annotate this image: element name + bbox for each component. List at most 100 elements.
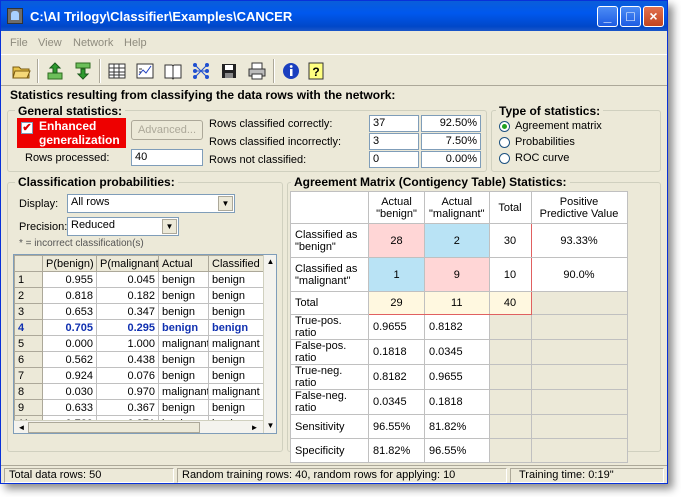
p-benign-cell: 0.562	[42, 351, 97, 368]
radio-agreement-matrix[interactable]: Agreement matrix	[499, 120, 649, 134]
export-icon[interactable]	[45, 61, 65, 81]
precision-select[interactable]: Reduced ▼	[67, 217, 179, 236]
table-row[interactable]: 8 0.030 0.970 malignant malignant	[14, 383, 265, 400]
vertical-scrollbar[interactable]: ▲ ▼	[263, 255, 276, 433]
checkbox-check-icon: ✔	[21, 122, 33, 134]
metric-label: False-pos. ratio	[290, 339, 369, 365]
metric-label: Sensitivity	[290, 414, 369, 439]
classified-cell: benign	[208, 367, 265, 384]
table-row[interactable]: 4 0.705 0.295 benign benign	[14, 319, 265, 336]
enhanced-generalization-checkbox[interactable]: ✔ Enhanced generalization	[17, 118, 126, 148]
horizontal-scrollbar[interactable]: ◄ ►	[14, 420, 263, 433]
radio-roc-curve[interactable]: ROC curve	[499, 152, 649, 166]
metric-benign: 96.55%	[368, 414, 425, 439]
table-row[interactable]: 5 0.000 1.000 malignant malignant	[14, 335, 265, 352]
header-total: Total	[488, 191, 532, 224]
metric-row: True-pos. ratio 0.9655 0.8182	[290, 314, 628, 340]
metric-benign: 0.1818	[368, 339, 425, 365]
p-malignant-cell: 0.970	[96, 383, 159, 400]
classified-cell: benign	[208, 351, 265, 368]
row-number: 5	[14, 335, 43, 352]
grid-header-row: P(benign) P(malignant Actual Classified	[14, 255, 265, 272]
metric-malignant: 0.8182	[424, 314, 490, 340]
empty-cell	[488, 339, 532, 365]
import-icon[interactable]	[73, 61, 93, 81]
advanced-button[interactable]: Advanced...	[131, 120, 203, 140]
row-number: 6	[14, 351, 43, 368]
help-icon[interactable]: ?	[306, 61, 326, 81]
enhanced-label-line1: Enhanced	[39, 119, 97, 133]
p-malignant-cell: 0.295	[96, 319, 159, 336]
menu-network[interactable]: Network	[73, 37, 113, 49]
metric-malignant: 0.9655	[424, 364, 490, 390]
radio-label: ROC curve	[515, 152, 570, 164]
close-button[interactable]: ×	[643, 6, 664, 27]
table-row[interactable]: 6 0.562 0.438 benign benign	[14, 351, 265, 368]
maximize-button[interactable]: □	[620, 6, 641, 27]
actual-cell: malignant	[158, 383, 209, 400]
chart-icon[interactable]	[135, 61, 155, 81]
metric-malignant: 0.0345	[424, 339, 490, 365]
precision-select-value: Reduced	[71, 219, 116, 231]
scroll-thumb[interactable]	[28, 422, 200, 433]
minimize-button[interactable]: _	[597, 6, 618, 27]
radio-probabilities[interactable]: Probabilities	[499, 136, 649, 150]
table-icon[interactable]	[107, 61, 127, 81]
scroll-up-icon[interactable]: ▲	[264, 255, 276, 268]
info-icon[interactable]	[281, 61, 301, 81]
open-folder-icon[interactable]	[11, 61, 31, 81]
svg-text:?: ?	[312, 65, 319, 79]
table-row[interactable]: 3 0.653 0.347 benign benign	[14, 303, 265, 320]
row-label-total: Total	[290, 291, 369, 315]
scroll-right-icon[interactable]: ►	[248, 421, 261, 433]
empty-cell	[488, 438, 532, 463]
main-window: C:\AI Trilogy\Classifier\Examples\CANCER…	[0, 0, 668, 484]
col-header[interactable]: P(benign)	[42, 255, 97, 272]
chevron-down-icon[interactable]: ▼	[162, 219, 177, 234]
title-bar[interactable]: C:\AI Trilogy\Classifier\Examples\CANCER…	[1, 1, 667, 31]
metric-row: True-neg. ratio 0.8182 0.9655	[290, 364, 628, 390]
metric-malignant: 81.82%	[424, 414, 490, 439]
col-header[interactable]: Classified	[208, 255, 265, 272]
actual-cell: benign	[158, 351, 209, 368]
display-select-value: All rows	[71, 196, 110, 208]
cell-malignant-benign: 1	[368, 257, 425, 292]
book-icon[interactable]	[163, 61, 183, 81]
empty-cell	[530, 291, 628, 315]
empty-cell	[488, 389, 532, 415]
probabilities-grid[interactable]: P(benign) P(malignant Actual Classified …	[13, 254, 277, 434]
actual-cell: benign	[158, 319, 209, 336]
empty-cell	[530, 389, 628, 415]
cell-benign-ppv: 93.33%	[530, 223, 628, 258]
cell-benign-benign: 28	[368, 223, 425, 258]
empty-cell	[530, 438, 628, 463]
save-icon[interactable]	[219, 61, 239, 81]
chevron-down-icon[interactable]: ▼	[218, 196, 233, 211]
scroll-down-icon[interactable]: ▼	[264, 419, 276, 432]
table-row[interactable]: 7 0.924 0.076 benign benign	[14, 367, 265, 384]
scroll-left-icon[interactable]: ◄	[15, 421, 28, 433]
classified-cell: benign	[208, 287, 265, 304]
classified-cell: benign	[208, 303, 265, 320]
menu-file[interactable]: File	[10, 37, 28, 49]
classified-cell: malignant	[208, 383, 265, 400]
table-row[interactable]: 1 0.955 0.045 benign benign	[14, 271, 265, 288]
menu-bar: File View Network Help	[1, 32, 667, 54]
table-row[interactable]: 9 0.633 0.367 benign benign	[14, 399, 265, 416]
menu-view[interactable]: View	[38, 37, 62, 49]
empty-cell	[488, 414, 532, 439]
menu-help[interactable]: Help	[124, 37, 147, 49]
cell-total-malignant: 11	[424, 291, 490, 315]
radio-label: Agreement matrix	[515, 120, 602, 132]
main-heading: Statistics resulting from classifying th…	[10, 88, 396, 102]
empty-cell	[488, 364, 532, 390]
p-benign-cell: 0.924	[42, 367, 97, 384]
display-select[interactable]: All rows ▼	[67, 194, 235, 213]
table-row[interactable]: 2 0.818 0.182 benign benign	[14, 287, 265, 304]
cell-malignant-total: 10	[488, 257, 532, 292]
network-icon[interactable]	[191, 61, 211, 81]
row-number: 2	[14, 287, 43, 304]
print-icon[interactable]	[247, 61, 267, 81]
col-header[interactable]: P(malignant	[96, 255, 159, 272]
col-header[interactable]: Actual	[158, 255, 209, 272]
